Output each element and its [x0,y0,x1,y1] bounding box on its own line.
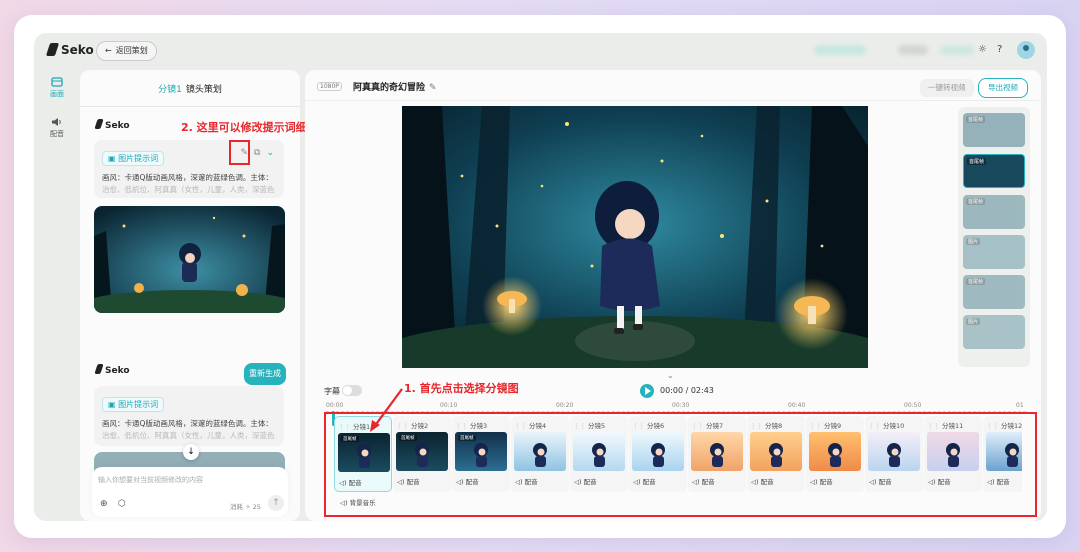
cube-icon[interactable]: ⬡ [118,499,126,509]
regenerate-button[interactable]: 重新生成 [244,363,286,385]
strip-thumb[interactable]: 首尾帧 [963,113,1025,147]
play-button[interactable] [640,384,654,398]
blurred-text [940,45,974,55]
strip-thumb[interactable]: 图片 [963,235,1025,269]
chat-input[interactable]: 输入你想要对当前视频修改的内容 [98,475,203,485]
rail-item-voice[interactable]: 配音 [42,117,72,139]
assistant-name: Seko [94,119,130,131]
subtitle-label: 字幕 [324,387,340,396]
help-icon[interactable]: ? [997,44,1002,55]
chevron-down-icon[interactable]: ⌄ [266,148,274,158]
ruler-tick: 01 [1016,402,1024,409]
ruler-tick: 00:00 [326,402,344,409]
panel-title: 分镜1 镜头策划 [80,82,300,107]
ruler-tick: 00:50 [904,402,922,409]
prompt-tag: ▣ 图片提示词 [102,151,165,166]
prompt-card[interactable]: ▣ 图片提示词 ✎ ⧉ ⌄ 画风：卡通Q版动画风格，深邃的蓝绿色调。主体： 治愈、低… [94,140,284,198]
copy-icon[interactable]: ⧉ [254,148,260,158]
shot-thumbnail-strip: 首尾帧 首尾帧 首尾帧 图片 首尾帧 图片 [958,107,1030,367]
strip-thumb[interactable]: 首尾帧 [963,195,1025,229]
user-avatar[interactable] [1017,41,1035,59]
chevron-down-icon[interactable]: ⌄ [667,371,674,380]
annotation-step2: 2. 这里可以修改提示词细节 [181,121,318,134]
left-rail: 画面 配音 [34,69,80,521]
image-prompt-icon: ▣ [108,154,119,163]
prompt-card[interactable]: ▣ 图片提示词 画风：卡通Q版动画风格，深邃的蓝绿色调。主体： 治愈、低机位、阿… [94,386,284,446]
arrow-left-icon: ← [105,46,112,55]
prompt-text-faded: 治愈、低机位、阿真真（女性，儿童，人类，深蓝色 [102,185,275,194]
rail-item-picture[interactable]: 画面 [42,77,72,99]
prompt-text: 画风：卡通Q版动画风格，深邃的蓝绿色调。主体： [102,173,273,182]
annotation-arrow [370,388,403,432]
ruler-tick: 00:30 [672,402,690,409]
image-icon [51,77,63,87]
annotation-step1: 1. 首先点击选择分镜图 [404,382,519,395]
time-display: 00:00 / 02:43 [660,386,714,395]
blurred-text [898,45,928,55]
top-bar: Seko ← 返回策划 ☼ ? [34,33,1047,69]
cost-label: 消耗 ✧ 25 [230,503,261,511]
send-button[interactable]: ↑ [268,495,284,511]
strip-thumb-selected[interactable]: 首尾帧 [963,154,1025,188]
arrow-down-icon: ↓ [187,447,195,457]
strip-thumb[interactable]: 图片 [963,315,1025,349]
prompt-text: 画风：卡通Q版动画风格，深邃的蓝绿色调。主体： [102,419,273,428]
edit-title-icon[interactable]: ✎ [429,83,437,93]
scroll-down-button[interactable]: ↓ [183,444,199,460]
convert-video-button[interactable]: 一键转视频 [920,79,974,97]
ruler-tick: 00:20 [556,402,574,409]
main-preview-image [402,106,868,368]
annotation-box-timeline [324,412,1037,517]
sun-icon[interactable]: ☼ [978,44,987,55]
prompt-text-faded: 治愈、低机位、阿真真（女性，儿童，人类，深蓝色 [102,431,275,440]
assistant-name: Seko [94,364,130,376]
subtitle-toggle[interactable] [342,385,362,396]
speaker-icon [52,118,61,126]
strip-thumb[interactable]: 首尾帧 [963,275,1025,309]
shot-planning-panel: 分镜1 镜头策划 Seko ▣ 图片提示词 ✎ ⧉ ⌄ 画风：卡通Q版动画风格，深邃的… [80,70,300,521]
chat-input-box[interactable]: 输入你想要对当前视频修改的内容 ⊕ ⬡ 消耗 ✧ 25 ↑ [92,467,288,517]
project-title: 阿真真的奇幻冒险 ✎ [353,83,437,93]
ruler-tick: 00:40 [788,402,806,409]
blurred-badge [814,45,866,55]
image-prompt-icon: ▣ [108,400,119,409]
annotation-box-edit [229,140,250,165]
app-logo: Seko [45,43,94,57]
export-video-button[interactable]: 导出视频 [978,78,1028,98]
generated-image[interactable] [94,206,285,313]
arrow-up-icon: ↑ [272,498,280,508]
ruler-tick: 00:10 [440,402,458,409]
attach-icon[interactable]: ⊕ [100,499,108,509]
prompt-tag: ▣ 图片提示词 [102,397,165,412]
resolution-badge: 1080P [317,82,342,91]
back-to-plan-button[interactable]: ← 返回策划 [96,41,157,61]
divider [305,100,1041,101]
timeline-ruler[interactable]: 00:00 00:10 00:20 00:30 00:40 00:50 01 [326,402,1026,412]
